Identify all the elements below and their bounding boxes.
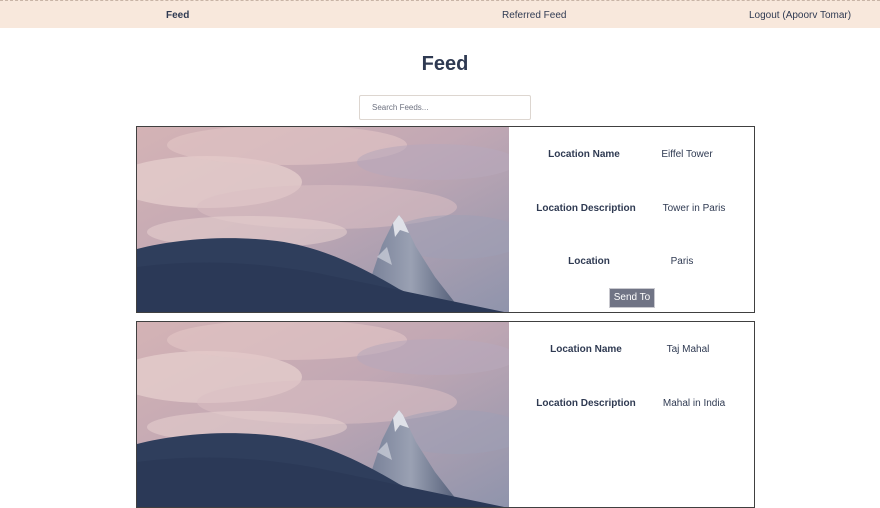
feed-card: Location Name Taj Mahal Location Descrip… [136, 321, 755, 508]
top-navbar: Feed Referred Feed Logout (Apoorv Tomar) [0, 0, 880, 28]
location-name-label: Location Name [548, 149, 620, 160]
location-name-value: Eiffel Tower [661, 149, 713, 160]
mountain-landscape-image [137, 127, 509, 313]
location-description-label: Location Description [536, 203, 636, 214]
nav-logout-link[interactable]: Logout (Apoorv Tomar) [749, 10, 851, 21]
location-value: Paris [670, 256, 694, 267]
location-description-value: Mahal in India [662, 398, 726, 409]
page-title: Feed [421, 53, 469, 75]
location-label: Location [568, 256, 610, 267]
mountain-landscape-image [137, 322, 509, 508]
location-description-value: Tower in Paris [662, 203, 726, 214]
search-feeds-input[interactable] [359, 95, 531, 120]
nav-referred-feed-link[interactable]: Referred Feed [502, 10, 566, 21]
location-name-value: Taj Mahal [666, 344, 710, 355]
location-description-label: Location Description [536, 398, 636, 409]
send-to-button[interactable]: Send To [609, 288, 655, 308]
nav-feed-link[interactable]: Feed [166, 10, 189, 21]
feed-card: Location Name Eiffel Tower Location Desc… [136, 126, 755, 313]
location-name-label: Location Name [550, 344, 622, 355]
